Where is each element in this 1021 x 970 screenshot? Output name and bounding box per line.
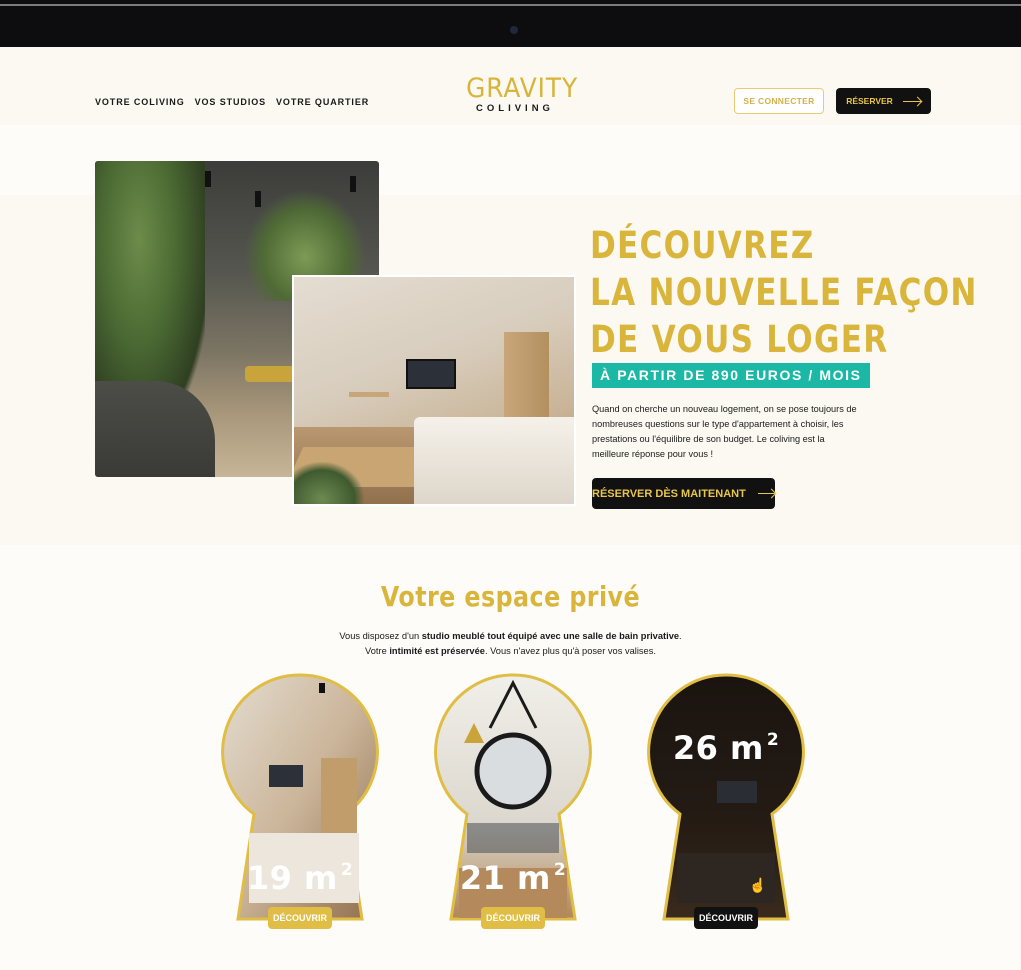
discover-button[interactable]: DÉCOUVRIR bbox=[268, 907, 332, 929]
text-span: Vous disposez d'un bbox=[339, 631, 422, 641]
ceiling-light-icon bbox=[350, 176, 356, 192]
logo-wordmark: GRAVITY bbox=[466, 73, 579, 104]
studio-card-21[interactable]: 21 m2 DÉCOUVRIR bbox=[434, 673, 592, 929]
studio-size-value: 19 m bbox=[246, 859, 338, 897]
logo-subtitle: COLIVING bbox=[476, 103, 554, 114]
book-label: RÉSERVER bbox=[846, 96, 893, 106]
ceiling-light-icon bbox=[205, 171, 211, 187]
nav-votre-quartier[interactable]: VOTRE QUARTIER bbox=[276, 97, 369, 107]
text-bold: studio meublé tout équipé avec une salle… bbox=[421, 631, 680, 641]
description-line-2: Votre intimité est préservée. Vous n'ave… bbox=[0, 644, 1021, 659]
bed bbox=[414, 417, 574, 504]
private-space-title: Votre espace privé bbox=[0, 580, 1021, 613]
text-span: Votre bbox=[365, 646, 390, 656]
hero-title-line: DÉCOUVREZ bbox=[590, 224, 815, 267]
login-label: SE CONNECTER bbox=[743, 96, 815, 106]
gravity-logo[interactable]: GRAVITY COLIVING bbox=[462, 73, 579, 115]
description-line-1: Vous disposez d'un studio meublé tout éq… bbox=[0, 629, 1021, 644]
superscript: 2 bbox=[340, 860, 354, 880]
bedroom-photo bbox=[292, 275, 576, 506]
price-badge: À PARTIR DE 890 EUROS / MOIS bbox=[592, 363, 870, 388]
book-button[interactable]: RÉSERVER bbox=[836, 88, 931, 114]
hero-title-line: LA NOUVELLE FAÇON bbox=[590, 271, 978, 314]
studio-size-value: 26 m bbox=[672, 729, 764, 767]
keyhole-image bbox=[647, 673, 805, 921]
hand-cursor-icon: ☝ bbox=[749, 877, 767, 893]
studio-size: 19 m2 bbox=[221, 859, 379, 897]
superscript: 2 bbox=[553, 860, 567, 880]
device-top-bar bbox=[0, 0, 1021, 47]
top-divider bbox=[0, 4, 1021, 6]
studio-size-value: 21 m bbox=[459, 859, 551, 897]
book-now-button[interactable]: RÉSERVER DÈS MAITENANT bbox=[592, 478, 775, 509]
plant bbox=[294, 462, 364, 504]
arrow-right-icon bbox=[757, 493, 775, 494]
studio-card-26[interactable]: 26 m2 DÉCOUVRIR bbox=[647, 673, 805, 929]
studio-size: 26 m2 bbox=[647, 729, 805, 767]
discover-button[interactable]: DÉCOUVRIR bbox=[694, 907, 758, 929]
book-now-label: RÉSERVER DÈS MAITENANT bbox=[592, 487, 746, 500]
nav-votre-coliving[interactable]: VOTRE COLIVING bbox=[95, 97, 185, 107]
camera-dot bbox=[510, 26, 518, 34]
main-nav: VOTRE COLIVING VOS STUDIOS VOTRE QUARTIE… bbox=[95, 97, 369, 107]
ceiling-light-icon bbox=[255, 191, 261, 207]
site-header: VOTRE COLIVING VOS STUDIOS VOTRE QUARTIE… bbox=[0, 47, 1021, 125]
discover-button[interactable]: DÉCOUVRIR bbox=[481, 907, 545, 929]
private-space-title-text: Votre espace privé bbox=[380, 580, 641, 613]
text-bold: intimité est préservée bbox=[389, 646, 485, 656]
text-span: . Vous n'avez plus qu'à poser vos valise… bbox=[484, 646, 656, 656]
arrow-right-icon bbox=[902, 100, 921, 102]
studio-card-19[interactable]: 19 m2 DÉCOUVRIR bbox=[221, 673, 379, 929]
hero-title-line: DE VOUS LOGER bbox=[590, 318, 889, 361]
text-span: . bbox=[679, 631, 682, 641]
hero-description: Quand on cherche un nouveau logement, on… bbox=[592, 404, 857, 459]
login-button[interactable]: SE CONNECTER bbox=[734, 88, 824, 114]
studio-size: 21 m2 bbox=[434, 859, 592, 897]
nav-vos-studios[interactable]: VOS STUDIOS bbox=[195, 97, 266, 107]
tv-screen bbox=[406, 359, 456, 389]
superscript: 2 bbox=[766, 730, 780, 750]
desk-shelf bbox=[349, 392, 389, 397]
hero-title: DÉCOUVREZ LA NOUVELLE FAÇON DE VOUS LOGE… bbox=[590, 222, 978, 363]
private-space-description: Vous disposez d'un studio meublé tout éq… bbox=[0, 629, 1021, 659]
